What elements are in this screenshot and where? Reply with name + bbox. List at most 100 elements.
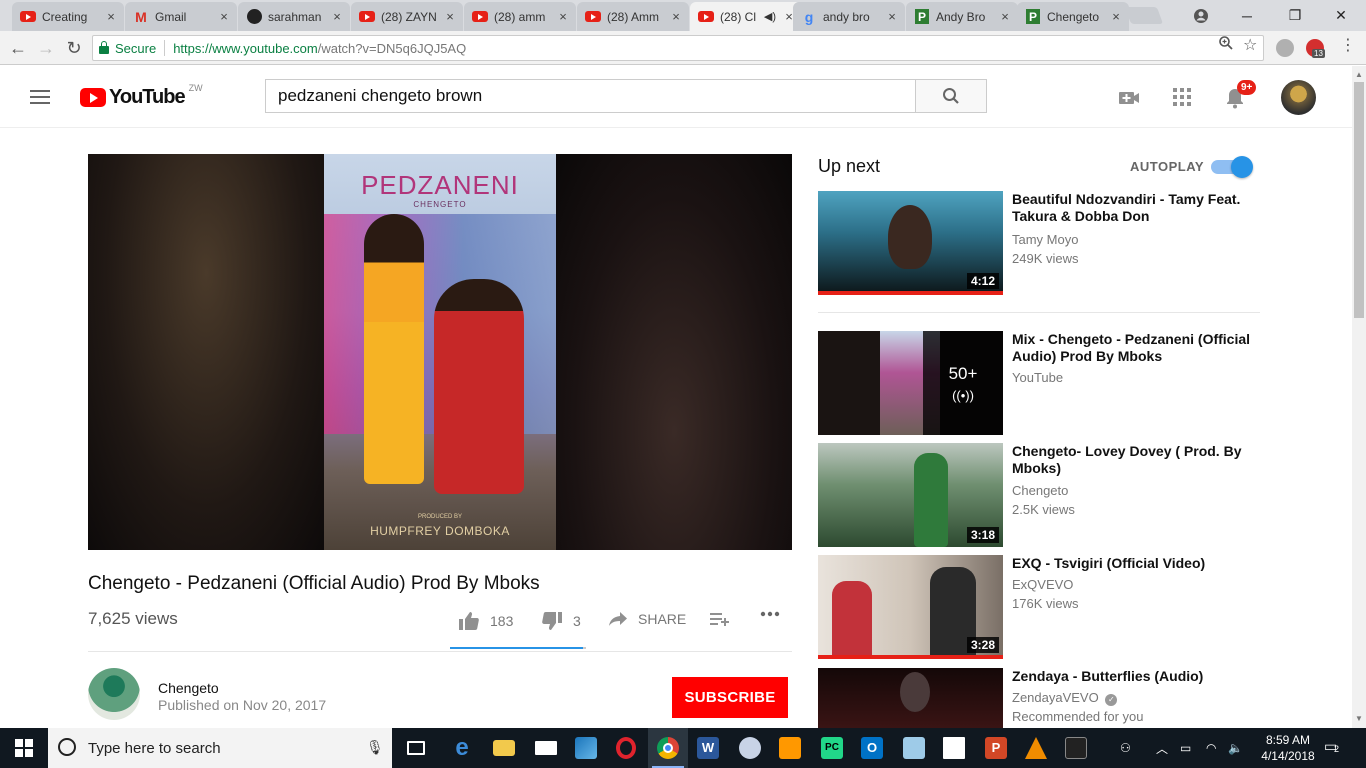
back-button[interactable]: ←: [6, 36, 30, 60]
extension-icon[interactable]: [1276, 39, 1294, 57]
vlc-icon[interactable]: [1016, 728, 1056, 768]
pycharm-icon[interactable]: PC: [812, 728, 852, 768]
extension-opera-icon[interactable]: 13: [1306, 39, 1325, 58]
photos-app-icon[interactable]: [566, 728, 606, 768]
scrollbar-thumb[interactable]: [1354, 82, 1364, 318]
outlook-icon[interactable]: O: [852, 728, 892, 768]
notes-app-icon[interactable]: [894, 728, 934, 768]
menu-icon[interactable]: [30, 90, 50, 108]
upload-video-icon[interactable]: [1118, 87, 1140, 109]
share-button[interactable]: SHARE: [608, 611, 686, 627]
reload-button[interactable]: ↻: [62, 36, 86, 60]
channel-avatar[interactable]: [88, 668, 140, 720]
address-bar[interactable]: Secure https://www.youtube.com /watch?v=…: [92, 35, 1264, 61]
new-tab-button[interactable]: [1124, 7, 1164, 24]
photos-viewer-icon[interactable]: [934, 728, 974, 768]
browser-tab[interactable]: g andy bro ×: [793, 2, 905, 31]
close-icon[interactable]: ×: [1109, 9, 1123, 24]
video-title[interactable]: Zendaya - Butterflies (Audio): [1012, 668, 1266, 685]
close-icon[interactable]: ×: [104, 9, 118, 24]
browser-tab[interactable]: M Gmail ×: [125, 2, 237, 31]
recommended-video[interactable]: 3:28 EXQ - Tsvigiri (Official Video) ExQ…: [818, 555, 1268, 659]
microphone-icon[interactable]: 🎙: [366, 739, 384, 756]
add-to-playlist-button[interactable]: [710, 611, 740, 627]
mail-icon[interactable]: [526, 728, 566, 768]
action-center-icon[interactable]: ▭ 2: [1324, 738, 1346, 758]
close-window-button[interactable]: ✕: [1318, 0, 1364, 31]
recommended-video[interactable]: 3:18 Chengeto- Lovey Dovey ( Prod. By Mb…: [818, 443, 1268, 547]
subscribe-button[interactable]: SUBSCRIBE: [672, 677, 788, 718]
autoplay-toggle[interactable]: [1211, 156, 1253, 178]
forward-button[interactable]: →: [34, 36, 58, 60]
dislike-button[interactable]: 3: [541, 611, 581, 631]
browser-tab[interactable]: P Andy Bro ×: [906, 2, 1018, 31]
bookmark-star-icon[interactable]: ☆: [1243, 35, 1257, 55]
video-title[interactable]: Beautiful Ndozvandiri - Tamy Feat. Takur…: [1012, 191, 1266, 225]
speaker-icon[interactable]: ◀): [764, 10, 776, 23]
like-dislike-bar: [450, 647, 586, 649]
like-button[interactable]: 183: [458, 611, 513, 631]
video-thumbnail[interactable]: [818, 668, 1003, 728]
profile-icon[interactable]: [1178, 0, 1224, 31]
people-icon[interactable]: ⚇: [1120, 728, 1131, 768]
chrome-menu-icon[interactable]: ⋮: [1340, 35, 1356, 55]
recommended-video[interactable]: Zendaya - Butterflies (Audio) ZendayaVEV…: [818, 668, 1268, 728]
system-clock[interactable]: 8:59 AM 4/14/2018: [1256, 732, 1320, 764]
youtube-logo[interactable]: YouTube ZW: [80, 83, 203, 109]
thumbs-up-icon: [459, 612, 479, 630]
scroll-up-icon[interactable]: ▲: [1355, 70, 1363, 79]
close-icon[interactable]: ×: [885, 9, 899, 24]
video-thumbnail[interactable]: 3:18: [818, 443, 1003, 547]
tab-title: (28) Amm: [607, 9, 660, 24]
close-icon[interactable]: ×: [556, 9, 570, 24]
taskbar-search[interactable]: Type here to search 🎙: [48, 728, 392, 768]
video-thumbnail[interactable]: 50+ ((•)): [818, 331, 1003, 435]
tray-expand-icon[interactable]: ︿: [1156, 728, 1168, 768]
apps-grid-icon[interactable]: [1172, 87, 1194, 109]
close-icon[interactable]: ×: [443, 9, 457, 24]
close-icon[interactable]: ×: [998, 9, 1012, 24]
file-explorer-icon[interactable]: [484, 728, 524, 768]
close-icon[interactable]: ×: [330, 9, 344, 24]
browser-tab-active[interactable]: (28) Cl ◀) ×: [690, 2, 802, 31]
chrome-icon[interactable]: [648, 728, 688, 768]
recommended-video[interactable]: 4:12 Beautiful Ndozvandiri - Tamy Feat. …: [818, 191, 1268, 295]
task-view-icon[interactable]: [396, 728, 436, 768]
minimize-button[interactable]: ─: [1224, 0, 1270, 31]
browser-tab[interactable]: (28) Amm ×: [577, 2, 689, 31]
battery-icon[interactable]: ▭: [1180, 728, 1191, 768]
video-title[interactable]: EXQ - Tsvigiri (Official Video): [1012, 555, 1266, 572]
page-scrollbar[interactable]: ▲ ▼: [1352, 66, 1366, 728]
start-button[interactable]: [0, 728, 48, 768]
video-player[interactable]: PEDZANENI CHENGETO PRODUCED BY HUMPFREY …: [88, 154, 792, 550]
channel-name[interactable]: Chengeto: [158, 680, 219, 696]
search-button[interactable]: [915, 79, 987, 113]
browser-tab[interactable]: P Chengeto ×: [1017, 2, 1129, 31]
video-title[interactable]: Chengeto- Lovey Dovey ( Prod. By Mboks): [1012, 443, 1266, 477]
scroll-down-icon[interactable]: ▼: [1355, 714, 1363, 723]
browser-tab[interactable]: (28) ZAYN ×: [351, 2, 463, 31]
more-actions-button[interactable]: [760, 611, 790, 617]
video-thumbnail[interactable]: 3:28: [818, 555, 1003, 659]
close-icon[interactable]: ×: [217, 9, 231, 24]
account-avatar[interactable]: [1281, 80, 1316, 115]
browser-tab[interactable]: sarahman ×: [238, 2, 350, 31]
paint-icon[interactable]: [730, 728, 770, 768]
video-title[interactable]: Mix - Chengeto - Pedzaneni (Official Aud…: [1012, 331, 1266, 365]
recommended-mix[interactable]: 50+ ((•)) Mix - Chengeto - Pedzaneni (Of…: [818, 331, 1268, 435]
opera-icon[interactable]: [606, 728, 646, 768]
browser-tab[interactable]: (28) amm ×: [464, 2, 576, 31]
search-input[interactable]: pedzaneni chengeto brown: [265, 79, 915, 113]
edge-icon[interactable]: e: [442, 728, 482, 768]
maximize-button[interactable]: ❐: [1272, 0, 1318, 31]
volume-icon[interactable]: 🔈: [1228, 728, 1243, 768]
sublime-icon[interactable]: [770, 728, 810, 768]
wifi-icon[interactable]: ◠: [1206, 728, 1216, 768]
zoom-icon[interactable]: [1218, 35, 1234, 54]
video-thumbnail[interactable]: 4:12: [818, 191, 1003, 295]
browser-tab[interactable]: Creating ×: [12, 2, 124, 31]
powerpoint-icon[interactable]: P: [976, 728, 1016, 768]
close-icon[interactable]: ×: [669, 9, 683, 24]
terminal-icon[interactable]: [1056, 728, 1096, 768]
word-icon[interactable]: W: [688, 728, 728, 768]
